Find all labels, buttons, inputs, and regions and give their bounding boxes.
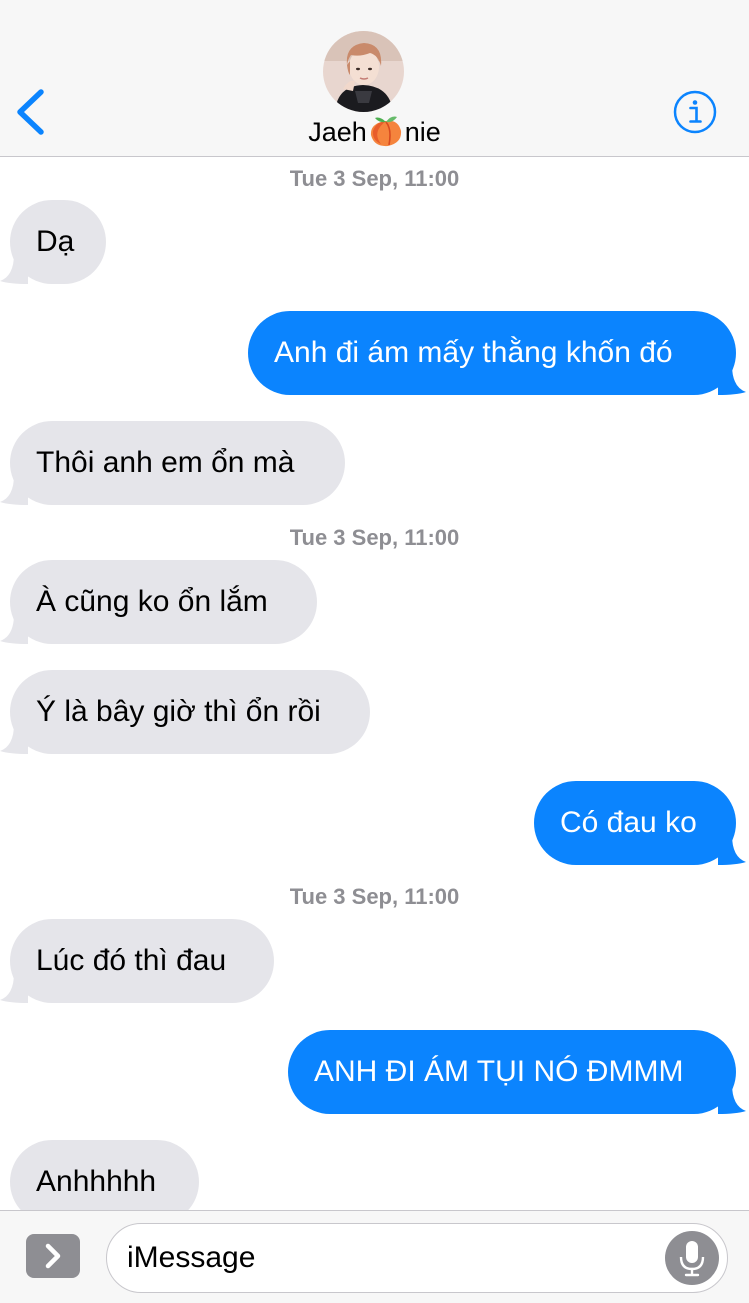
message-text: Dạ bbox=[36, 225, 75, 258]
message-text: À cũng ko ổn lắm bbox=[36, 585, 268, 618]
timestamp: Tue 3 Sep, 11:00 bbox=[289, 166, 460, 191]
info-button[interactable] bbox=[672, 89, 718, 135]
message-bubble-outgoing[interactable]: ANH ĐI ÁM TỤI NÓ ĐMMM bbox=[288, 1030, 746, 1114]
info-icon bbox=[673, 90, 717, 134]
message-text: Thôi anh em ổn mà bbox=[36, 446, 295, 479]
bubble-tail bbox=[0, 475, 28, 505]
message-text: ANH ĐI ÁM TỤI NÓ ĐMMM bbox=[314, 1055, 684, 1088]
message-text: Lúc đó thì đau bbox=[36, 944, 227, 977]
bubble-tail bbox=[718, 835, 746, 865]
conversation-header: Jaeh nie bbox=[0, 0, 749, 157]
microphone-icon bbox=[679, 1241, 705, 1277]
microphone-button[interactable] bbox=[665, 1231, 719, 1285]
chevron-right-icon bbox=[45, 1243, 61, 1269]
app-drawer-button[interactable] bbox=[26, 1234, 80, 1278]
composer-bar: iMessage bbox=[0, 1210, 749, 1303]
contact-avatar[interactable] bbox=[323, 31, 404, 112]
message-bubble-incoming[interactable]: Dạ bbox=[0, 200, 106, 284]
avatar-photo bbox=[323, 31, 404, 112]
message-bubble-outgoing[interactable]: Anh đi ám mấy thằng khốn đó bbox=[248, 311, 746, 395]
input-placeholder: iMessage bbox=[127, 1241, 256, 1274]
bubble-tail bbox=[0, 614, 28, 644]
contact-name[interactable]: Jaeh nie bbox=[0, 114, 749, 150]
message-bubble-incoming[interactable]: Thôi anh em ổn mà bbox=[0, 421, 345, 505]
bubble-tail bbox=[718, 1084, 746, 1114]
message-bubble-outgoing[interactable]: Có đau ko bbox=[534, 781, 746, 865]
timestamp: Tue 3 Sep, 11:00 bbox=[289, 884, 460, 909]
bubble-tail bbox=[0, 724, 28, 754]
contact-name-suffix: nie bbox=[404, 117, 441, 147]
message-bubble-incoming[interactable]: Lúc đó thì đau bbox=[0, 919, 274, 1003]
imessage-input[interactable]: iMessage bbox=[106, 1223, 728, 1293]
message-text: Anh đi ám mấy thằng khốn đó bbox=[274, 336, 673, 369]
peach-emoji-icon bbox=[370, 116, 401, 146]
message-bubble-incoming[interactable]: À cũng ko ổn lắm bbox=[0, 560, 317, 644]
timestamp: Tue 3 Sep, 11:00 bbox=[289, 525, 460, 550]
contact-name-prefix: Jaeh bbox=[308, 117, 367, 147]
message-text: Có đau ko bbox=[560, 806, 697, 839]
bubble-tail bbox=[0, 973, 28, 1003]
bubble-tail bbox=[718, 365, 746, 395]
message-text: Ý là bây giờ thì ổn rồi bbox=[36, 695, 321, 728]
bubble-tail bbox=[0, 254, 28, 284]
message-bubble-incoming[interactable]: Ý là bây giờ thì ổn rồi bbox=[0, 670, 370, 754]
message-text: Anhhhhh bbox=[36, 1165, 157, 1198]
